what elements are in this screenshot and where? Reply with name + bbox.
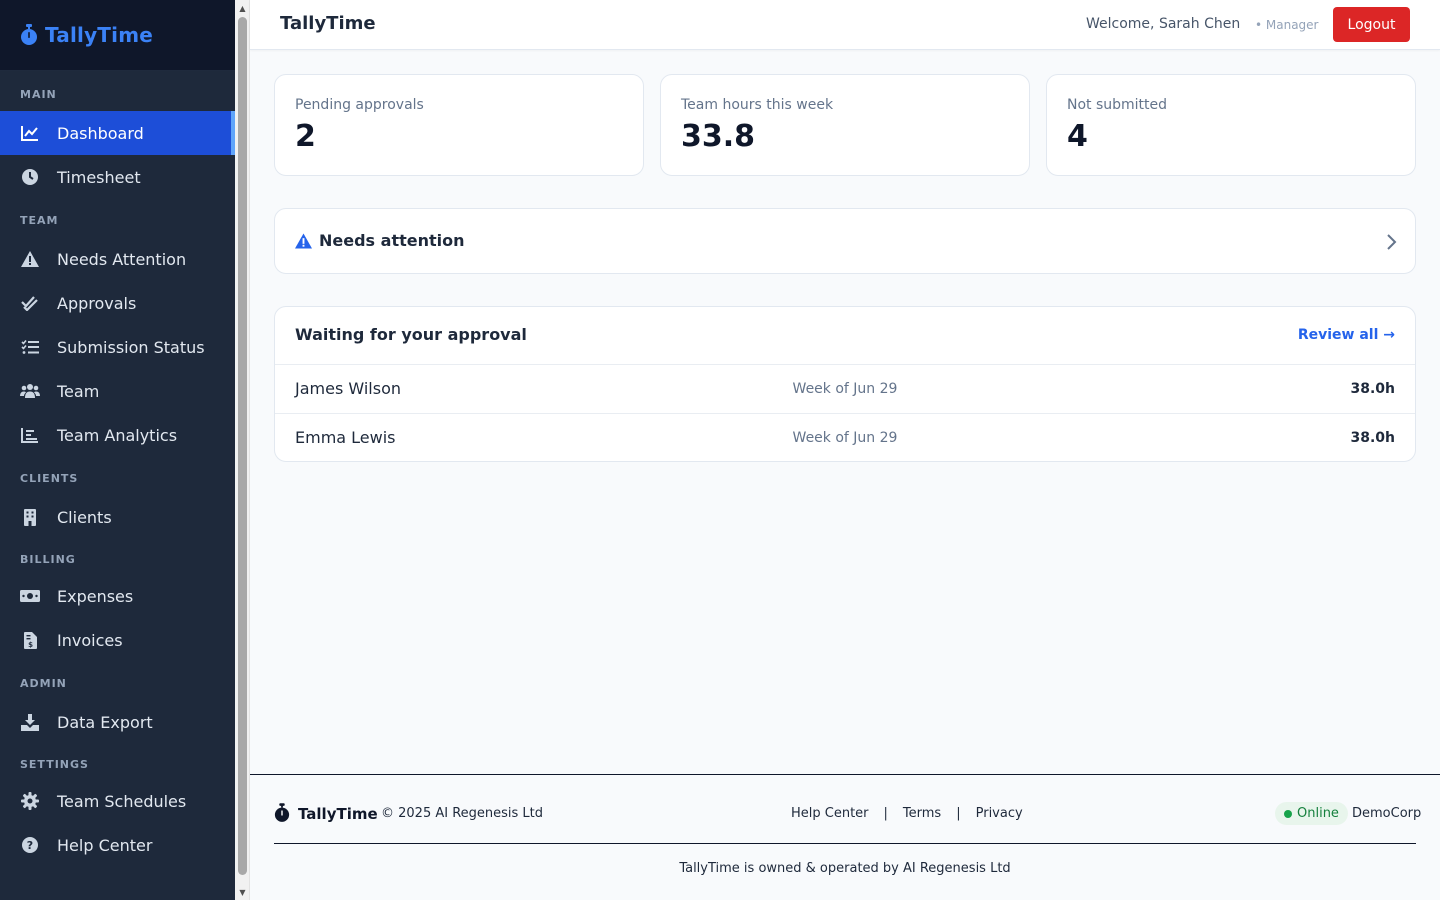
hours-value: 38.0h bbox=[1350, 381, 1395, 397]
sidebar-item-label: Needs Attention bbox=[57, 249, 187, 269]
list-check-icon bbox=[20, 337, 40, 357]
needs-attention-title: Needs attention bbox=[319, 231, 465, 250]
sidebar-item-label: Clients bbox=[57, 507, 112, 527]
sidebar-item-label: Submission Status bbox=[57, 337, 205, 357]
sidebar-item-help-center[interactable]: ? Help Center bbox=[0, 823, 235, 867]
double-check-icon bbox=[20, 293, 40, 313]
sidebar-item-label: Invoices bbox=[57, 630, 123, 650]
chevron-right-icon[interactable] bbox=[1385, 233, 1397, 251]
sidebar-item-label: Expenses bbox=[57, 586, 134, 606]
sidebar-item-label: Team Schedules bbox=[57, 791, 187, 811]
page-title: TallyTime bbox=[280, 13, 376, 34]
sidebar-item-team-schedules[interactable]: Team Schedules bbox=[0, 779, 235, 823]
week-label: Week of Jun 29 bbox=[792, 381, 898, 397]
sidebar-item-label: Team Analytics bbox=[57, 425, 178, 445]
section-main: MAIN bbox=[20, 87, 57, 101]
sidebar-item-invoices[interactable]: $ Invoices bbox=[0, 618, 235, 662]
users-icon bbox=[20, 381, 40, 401]
top-header: TallyTime Welcome, Sarah Chen • Manager … bbox=[250, 0, 1440, 50]
table-row[interactable]: James Wilson Week of Jun 29 38.0h bbox=[275, 364, 1415, 413]
sidebar-item-submission-status[interactable]: Submission Status bbox=[0, 325, 235, 369]
sidebar-item-label: Dashboard bbox=[57, 123, 144, 143]
building-icon bbox=[20, 507, 40, 527]
download-icon bbox=[20, 712, 40, 732]
stopwatch-icon bbox=[20, 24, 38, 46]
footer-brand: TallyTime bbox=[298, 805, 378, 823]
sidebar-item-needs-attention[interactable]: Needs Attention bbox=[0, 237, 235, 281]
sidebar-item-label: Timesheet bbox=[57, 167, 141, 187]
sidebar: TallyTime MAIN Dashboard Timesheet TEAM … bbox=[0, 0, 235, 900]
scroll-thumb[interactable] bbox=[238, 17, 247, 875]
stat-card-not-submitted[interactable]: Not submitted 4 bbox=[1046, 74, 1416, 176]
bar-chart-icon bbox=[20, 425, 40, 445]
footer-link-terms[interactable]: Terms bbox=[903, 806, 941, 821]
section-team: TEAM bbox=[20, 213, 59, 227]
sidebar-item-approvals[interactable]: Approvals bbox=[0, 281, 235, 325]
footer-ownership-text: TallyTime is owned & operated by AI Rege… bbox=[679, 861, 1011, 876]
sidebar-item-clients[interactable]: Clients bbox=[0, 495, 235, 539]
sidebar-item-label: Team bbox=[57, 381, 100, 401]
question-circle-icon: ? bbox=[20, 835, 40, 855]
stat-value: 33.8 bbox=[681, 119, 756, 154]
stat-label: Pending approvals bbox=[295, 97, 424, 113]
footer-links: Help Center | Terms | Privacy bbox=[791, 806, 1023, 821]
status-text: Online bbox=[1297, 806, 1339, 821]
chart-line-icon bbox=[20, 123, 40, 143]
sidebar-item-expenses[interactable]: Expenses bbox=[0, 574, 235, 618]
section-billing: BILLING bbox=[20, 552, 76, 566]
stat-label: Not submitted bbox=[1067, 97, 1168, 113]
section-clients: CLIENTS bbox=[20, 471, 79, 485]
sidebar-item-timesheet[interactable]: Timesheet bbox=[0, 155, 235, 199]
invoice-icon: $ bbox=[20, 630, 40, 650]
footer-separator: | bbox=[883, 806, 888, 821]
table-row[interactable]: Emma Lewis Week of Jun 29 38.0h bbox=[275, 413, 1415, 462]
online-dot-icon bbox=[1284, 809, 1292, 818]
scroll-up-arrow-icon[interactable]: ▲ bbox=[235, 0, 250, 16]
brand-name: TallyTime bbox=[45, 23, 154, 47]
week-label: Week of Jun 29 bbox=[792, 430, 898, 446]
stat-value: 4 bbox=[1067, 119, 1088, 154]
footer-copyright: © 2025 AI Regenesis Ltd bbox=[381, 806, 544, 821]
page-footer: TallyTime © 2025 AI Regenesis Ltd Help C… bbox=[250, 774, 1440, 900]
stat-value: 2 bbox=[295, 119, 316, 154]
gear-icon bbox=[20, 791, 40, 811]
user-role: • Manager bbox=[1255, 18, 1319, 32]
sidebar-scrollbar[interactable]: ▲ ▼ bbox=[235, 0, 250, 900]
sidebar-item-dashboard[interactable]: Dashboard bbox=[0, 111, 235, 155]
stopwatch-icon bbox=[274, 803, 290, 823]
organization-name: DemoCorp bbox=[1352, 806, 1422, 821]
stat-card-team-hours[interactable]: Team hours this week 33.8 bbox=[660, 74, 1030, 176]
svg-text:$: $ bbox=[28, 641, 33, 649]
logout-button[interactable]: Logout bbox=[1333, 7, 1410, 42]
footer-link-help-center[interactable]: Help Center bbox=[791, 806, 869, 821]
money-bill-icon bbox=[20, 586, 40, 606]
section-admin: ADMIN bbox=[20, 676, 67, 690]
footer-link-privacy[interactable]: Privacy bbox=[976, 806, 1023, 821]
sidebar-item-label: Data Export bbox=[57, 712, 153, 732]
status-badge: Online bbox=[1275, 802, 1348, 825]
sidebar-item-label: Help Center bbox=[57, 835, 153, 855]
sidebar-item-data-export[interactable]: Data Export bbox=[0, 700, 235, 744]
hours-value: 38.0h bbox=[1350, 430, 1395, 446]
footer-divider bbox=[274, 843, 1416, 844]
sidebar-item-team[interactable]: Team bbox=[0, 369, 235, 413]
clock-icon bbox=[20, 167, 40, 187]
needs-attention-panel[interactable]: Needs attention bbox=[274, 208, 1416, 274]
sidebar-item-team-analytics[interactable]: Team Analytics bbox=[0, 413, 235, 457]
sidebar-item-label: Approvals bbox=[57, 293, 137, 313]
footer-separator: | bbox=[956, 806, 961, 821]
approval-queue-panel: Waiting for your approval Review all → J… bbox=[274, 306, 1416, 462]
review-all-link[interactable]: Review all → bbox=[1298, 327, 1395, 343]
section-settings: SETTINGS bbox=[20, 757, 89, 771]
warning-triangle-icon bbox=[20, 249, 40, 269]
scroll-down-arrow-icon[interactable]: ▼ bbox=[235, 884, 250, 900]
sidebar-brand[interactable]: TallyTime bbox=[0, 0, 235, 71]
stat-label: Team hours this week bbox=[681, 97, 834, 113]
stat-card-pending-approvals[interactable]: Pending approvals 2 bbox=[274, 74, 644, 176]
warning-triangle-icon bbox=[295, 233, 312, 249]
approval-queue-title: Waiting for your approval bbox=[295, 325, 527, 344]
welcome-text: Welcome, Sarah Chen bbox=[1086, 16, 1241, 32]
svg-text:?: ? bbox=[27, 839, 33, 852]
